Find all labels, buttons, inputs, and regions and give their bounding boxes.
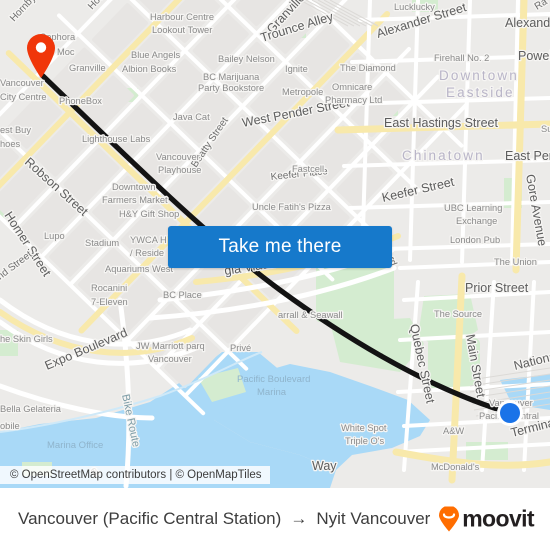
moovit-logo[interactable]: moovit xyxy=(438,505,535,533)
map-canvas[interactable]: .blk{fill:#e7e5e3;} .rd{stroke:#ffffff;f… xyxy=(0,0,550,488)
trip-footer: Vancouver (Pacific Central Station) → Ny… xyxy=(0,488,550,550)
arrow-icon: → xyxy=(290,509,308,528)
trip-origin: Vancouver (Pacific Central Station) xyxy=(18,509,282,528)
map-screen: .blk{fill:#e7e5e3;} .rd{stroke:#ffffff;f… xyxy=(0,0,550,550)
trip-destination: Nyit Vancouver xyxy=(316,509,431,528)
trip-summary: Vancouver (Pacific Central Station) → Ny… xyxy=(18,509,430,529)
moovit-pin-icon xyxy=(439,506,460,531)
moovit-wordmark: moovit xyxy=(462,505,534,532)
take-me-there-button[interactable]: Take me there xyxy=(168,226,392,268)
